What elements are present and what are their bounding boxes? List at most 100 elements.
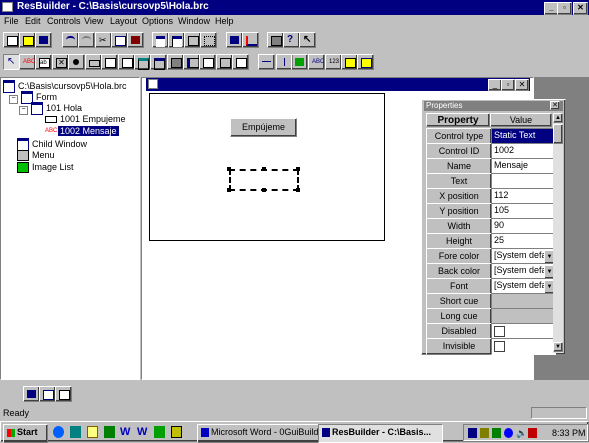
task-word[interactable]: Microsoft Word - 0GuiBuilder [197,424,320,443]
test-form-icon[interactable] [242,32,259,48]
collapse-icon[interactable]: − [19,105,28,115]
tray-icon[interactable] [468,428,477,438]
panel-tool-icon[interactable] [150,54,167,70]
designer-button-empujeme[interactable]: Empújeme [230,118,297,137]
property-row[interactable]: Font [System defau ▼ [426,278,556,295]
app-title-bar[interactable]: ResBuilder - C:\Basis\cursovp5\Hola.brc … [0,0,589,15]
bring-front-icon[interactable] [341,54,358,70]
button-tool-icon[interactable] [85,54,102,70]
paste-icon[interactable] [127,32,144,48]
tree-control-button[interactable]: 1001 Empujeme [45,114,126,124]
copy-icon[interactable] [111,32,128,48]
abc-tool-icon[interactable]: ABC [308,54,325,70]
numeric-tool-icon[interactable]: 123 [325,54,342,70]
volume-icon[interactable]: 🔈 [516,428,527,438]
radio-tool-icon[interactable] [68,54,85,70]
combobox-tool-icon[interactable] [118,54,135,70]
context-help-icon[interactable]: ↖ [299,32,316,48]
picture-tool-icon[interactable] [232,54,249,70]
property-row[interactable]: Short cue [426,293,556,310]
tree-tool-icon[interactable] [183,54,200,70]
menu-file[interactable]: File [4,16,19,26]
form-maximize-button[interactable]: ▫ [501,79,515,91]
scroll-up-arrow[interactable]: ▲ [553,113,563,123]
clock[interactable]: 8:33 PM [552,428,586,438]
quicklaunch-word-icon[interactable]: W [120,426,131,438]
form-window-title-bar[interactable]: _ ▫ ✕ [146,78,530,91]
cut-icon[interactable]: ✂ [95,32,112,48]
property-value[interactable] [491,338,556,355]
property-row[interactable]: Invisible [426,338,556,355]
spin-tool-icon[interactable] [199,54,216,70]
hscroll-tool-icon[interactable] [258,54,275,70]
print-icon[interactable] [267,32,284,48]
menu-window[interactable]: Window [178,16,210,26]
image-tool-icon[interactable] [291,54,308,70]
menu-editor-icon[interactable] [184,32,201,48]
property-row[interactable]: Back color [System defau ▼ [426,263,556,280]
send-back-icon[interactable] [357,54,374,70]
checkbox[interactable] [494,341,505,352]
property-row[interactable]: Long cue [426,308,556,325]
selection-handle[interactable] [296,167,300,171]
selection-handle[interactable] [262,188,266,192]
properties-scrollbar[interactable]: ▲ ▼ [553,113,563,353]
properties-title-bar[interactable]: Properties ✕ [424,101,563,111]
menu-controls[interactable]: Controls [47,16,81,26]
child-window-icon[interactable] [168,32,185,48]
property-row[interactable]: Control type Static Text [426,128,556,145]
grid-tool-icon[interactable] [167,54,184,70]
pointer-tool-icon[interactable]: ↖ [3,54,20,70]
quicklaunch-app2-icon[interactable] [171,426,182,438]
quicklaunch-outlook-icon[interactable] [87,426,98,438]
tray-icon[interactable] [480,428,489,438]
resource-tree[interactable]: C:\Basis\cursovp5\Hola.brc − Form −101 Ho… [0,77,140,380]
menu-layout[interactable]: Layout [110,16,137,26]
property-row[interactable]: Text [426,173,556,190]
property-row[interactable]: Name Mensaje [426,158,556,175]
properties-window[interactable]: Properties ✕ Property Value Control type… [421,99,566,355]
property-row[interactable]: Disabled [426,323,556,340]
maximize-button[interactable]: ▫ [557,2,572,15]
menu-view[interactable]: View [84,16,103,26]
menu-edit[interactable]: Edit [25,16,41,26]
undo-icon[interactable] [62,32,79,48]
property-row[interactable]: Fore color [System defau ▼ [426,248,556,265]
form-minimize-button[interactable]: _ [488,79,502,91]
image-list-icon[interactable] [200,32,217,48]
selection-handle[interactable] [296,188,300,192]
save-icon[interactable] [35,32,52,48]
property-row[interactable]: Control ID 1002 [426,143,556,160]
form-icon[interactable] [152,32,169,48]
properties-close-button[interactable]: ✕ [550,101,560,110]
selection-handle[interactable] [227,167,231,171]
selection-handle[interactable] [262,167,266,171]
property-row[interactable]: Height 25 [426,233,556,250]
property-row[interactable]: Width 90 [426,218,556,235]
label-tool-icon[interactable]: ABC [19,54,36,70]
menu-help[interactable]: Help [215,16,234,26]
tray-icon[interactable] [492,428,501,438]
quicklaunch-excel-icon[interactable] [104,426,115,438]
tree-image-list[interactable]: Image List [17,162,74,174]
tray-icon[interactable] [504,428,513,438]
layout-tile-icon[interactable] [55,386,72,402]
frame-tool-icon[interactable]: ✕ [52,54,69,70]
task-resbuilder[interactable]: ResBuilder - C:\Basis... [318,424,443,443]
tree-control-text[interactable]: ABC 1002 Mensaje [45,126,119,136]
form-close-button[interactable]: ✕ [515,79,529,91]
menu-options[interactable]: Options [142,16,173,26]
open-icon[interactable] [19,32,36,48]
property-row[interactable]: Y position 105 [426,203,556,220]
property-row[interactable]: X position 112 [426,188,556,205]
scroll-thumb[interactable] [553,124,563,144]
listbox-tool-icon[interactable] [101,54,118,70]
status-tool-icon[interactable] [216,54,233,70]
textbox-tool-icon[interactable]: ab [35,54,52,70]
layout-grid-icon[interactable] [23,386,40,402]
form-design-canvas[interactable] [149,93,385,241]
quicklaunch-app-icon[interactable] [154,426,165,438]
selection-handle[interactable] [227,188,231,192]
quicklaunch-word2-icon[interactable]: W [137,426,148,438]
tree-menu[interactable]: Menu [17,150,55,162]
